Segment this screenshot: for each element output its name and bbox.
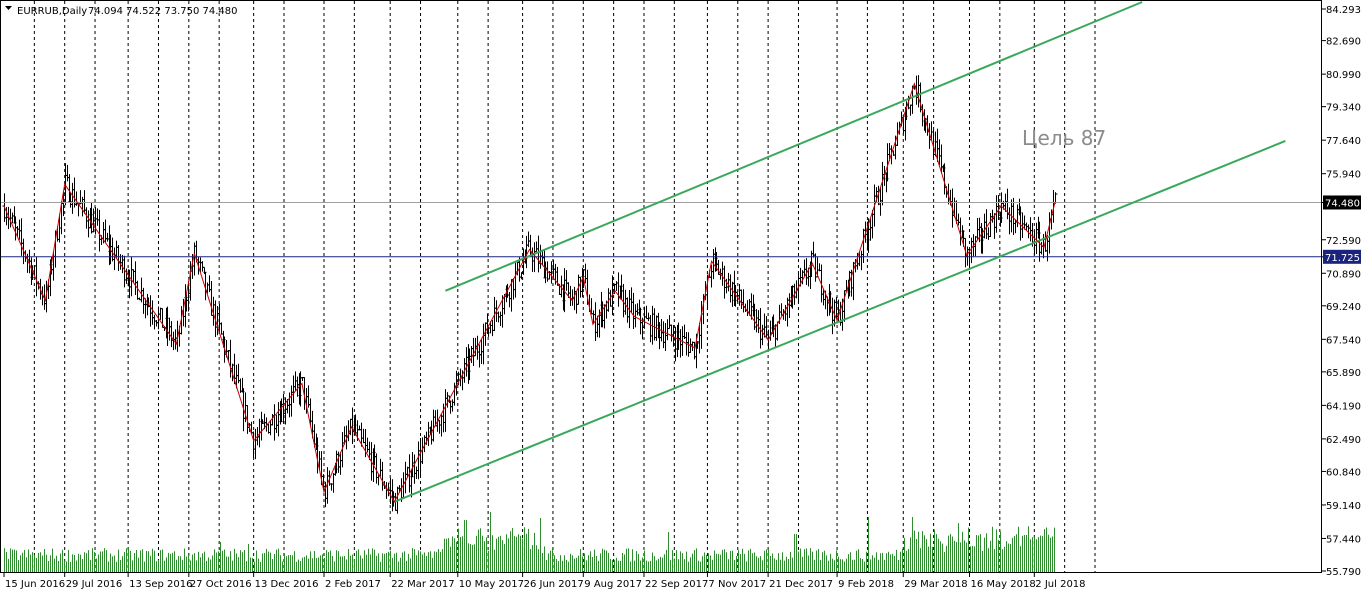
- x-tick-label: 22 Mar 2017: [391, 579, 454, 590]
- y-tick-label: 69.240: [1326, 302, 1361, 313]
- y-tick-label: 59.140: [1326, 501, 1361, 512]
- ohlc-values: 74.094 74.522 73.750 74.480: [88, 6, 238, 17]
- current-price-label: 74.480: [1325, 198, 1360, 209]
- y-tick-label: 65.890: [1326, 368, 1361, 379]
- y-tick-label: 60.840: [1326, 467, 1361, 478]
- x-tick-label: 29 Jul 2016: [66, 579, 123, 590]
- x-tick-label: 2 Feb 2017: [325, 579, 381, 590]
- y-tick-label: 79.340: [1326, 103, 1361, 114]
- chart-header: EURRUB,Daily 74.094 74.522 73.750 74.480: [5, 6, 238, 17]
- x-tick-label: 15 Jun 2016: [5, 579, 65, 590]
- target-annotation: Цель 87: [1022, 126, 1106, 150]
- x-tick-label: 29 Mar 2018: [904, 579, 967, 590]
- x-tick-label: 10 May 2017: [459, 579, 524, 590]
- y-tick-label: 80.990: [1326, 70, 1361, 81]
- y-tick-label: 77.640: [1326, 136, 1361, 147]
- y-tick-label: 72.590: [1326, 236, 1361, 247]
- y-tick-label: 57.440: [1326, 534, 1361, 545]
- x-tick-label: 7 Nov 2017: [708, 579, 766, 590]
- x-tick-label: 13 Sep 2016: [129, 579, 192, 590]
- chart-window[interactable]: Цель 87 84.293 82.690 80.990 79.340 77.640 75…: [0, 0, 1362, 594]
- y-tick-label: 67.540: [1326, 335, 1361, 346]
- y-tick-label: 75.940: [1326, 170, 1361, 181]
- y-tick-label: 55.790: [1326, 567, 1361, 578]
- x-tick-label: 9 Feb 2018: [838, 579, 894, 590]
- x-tick-label: 21 Dec 2017: [769, 579, 833, 590]
- x-tick-label: 13 Dec 2016: [255, 579, 319, 590]
- y-tick-label: 64.190: [1326, 401, 1361, 412]
- x-tick-label: 26 Jun 2017: [524, 579, 584, 590]
- level-price-label: 71.725: [1325, 253, 1360, 264]
- y-tick-label: 82.690: [1326, 37, 1361, 48]
- x-tick-label: 27 Oct 2016: [190, 579, 252, 590]
- y-tick-label: 62.490: [1326, 435, 1361, 446]
- plot-area: [0, 0, 1322, 573]
- y-tick-label: 70.890: [1326, 269, 1361, 280]
- symbol-label: EURRUB,Daily: [17, 6, 87, 17]
- x-tick-label: 2 Jul 2018: [1035, 579, 1085, 590]
- y-tick-label: 84.293: [1326, 5, 1361, 16]
- x-tick-label: 9 Aug 2017: [584, 579, 642, 590]
- x-tick-label: 22 Sep 2017: [645, 579, 708, 590]
- price-chart[interactable]: Цель 87 84.293 82.690 80.990 79.340 77.640 75…: [0, 0, 1362, 594]
- x-tick-label: 16 May 2018: [970, 579, 1035, 590]
